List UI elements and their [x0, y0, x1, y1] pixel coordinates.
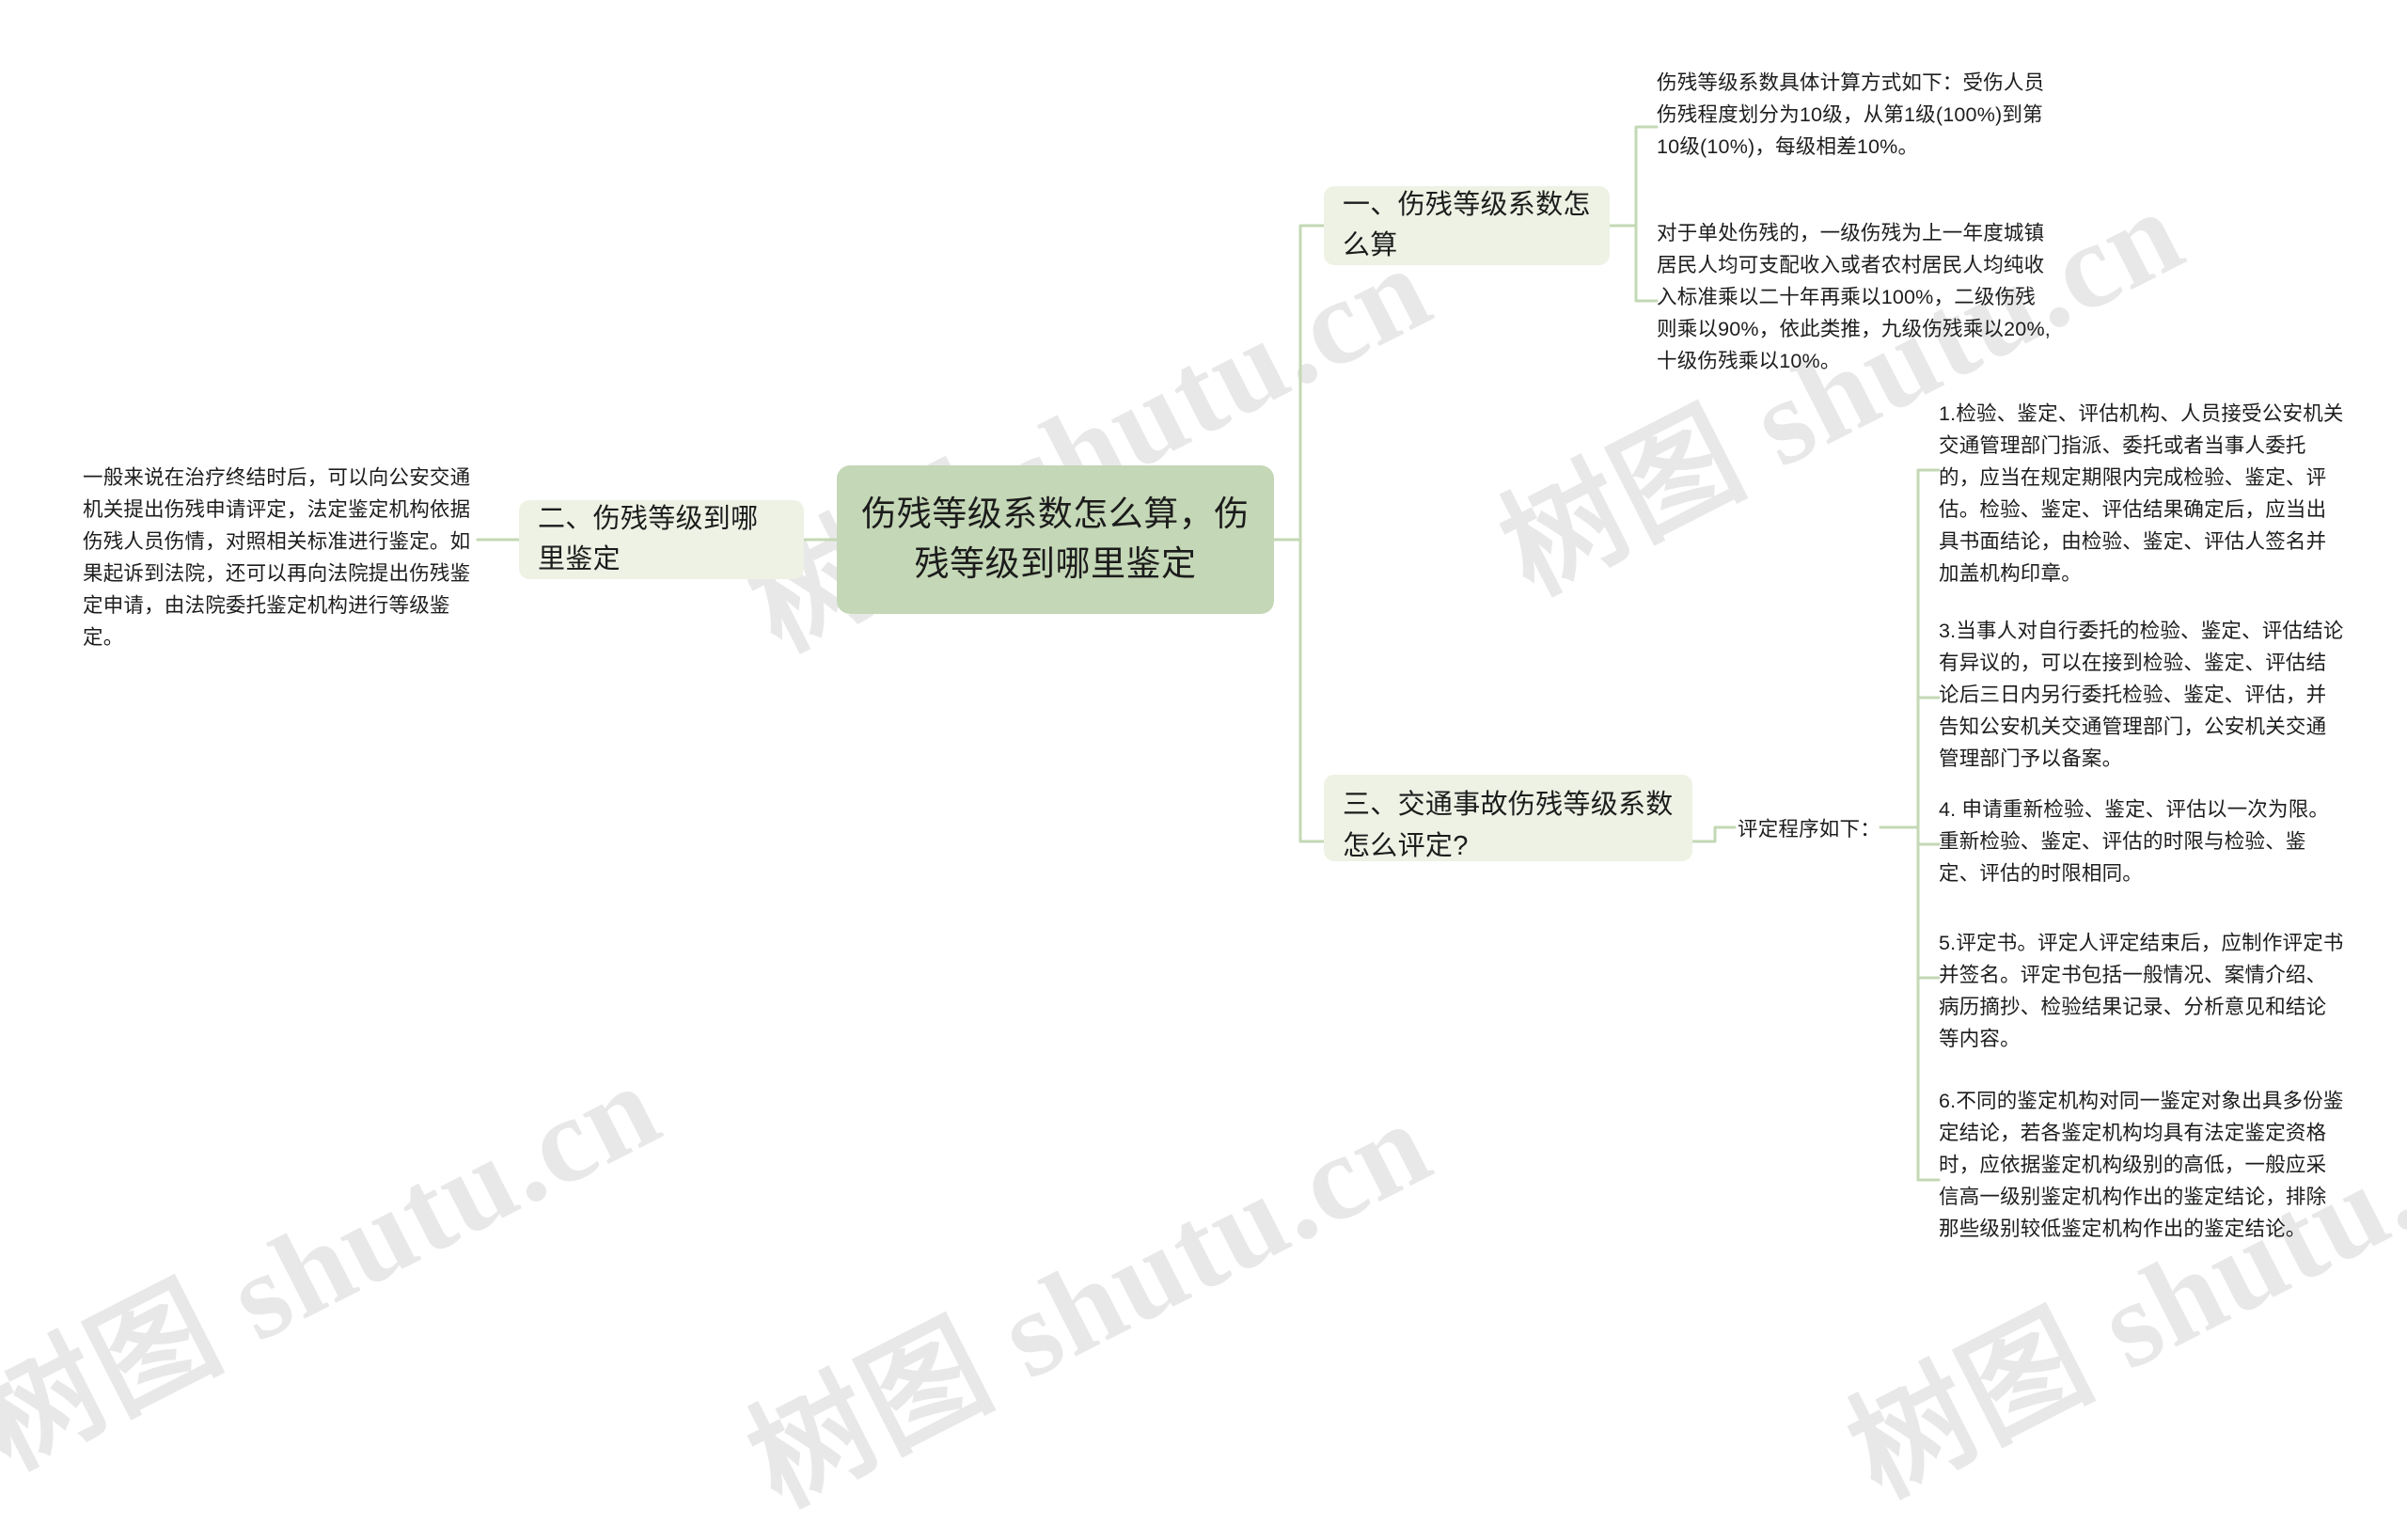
leaf-node-b1-1[interactable]: 伤残等级系数具体计算方式如下：受伤人员伤残程度划分为10级，从第1级(100%)…	[1657, 68, 2052, 164]
leaf-node-b3-4-text: 5.评定书。评定人评定结束后，应制作评定书并签名。评定书包括一般情况、案情介绍、…	[1939, 932, 2344, 1050]
leaf-node-b3-2-text: 3.当事人对自行委托的检验、鉴定、评估结论有异议的，可以在接到检验、鉴定、评估结…	[1939, 620, 2344, 770]
watermark-text: 树图 shutu.cn	[0, 1037, 681, 1495]
branch-node-2[interactable]: 二、伤残等级到哪里鉴定	[519, 500, 804, 579]
connector-branch1-to-leaf1	[1608, 125, 1659, 228]
leaf-node-b3-1[interactable]: 1.检验、鉴定、评估机构、人员接受公安机关交通管理部门指派、委托或者当事人委托的…	[1939, 399, 2345, 590]
leaf-node-b2-1-text: 一般来说在治疗终结时后，可以向公安交通机关提出伤残申请评定，法定鉴定机构依据伤残…	[83, 466, 471, 649]
connector-root-to-branch1	[1272, 224, 1326, 542]
leaf-node-b3-3[interactable]: 4. 申请重新检验、鉴定、评估以一次为限。重新检验、鉴定、评估的时限与检验、鉴定…	[1939, 794, 2345, 890]
connector-branch3-to-mid	[1691, 825, 1737, 843]
leaf-node-b1-2[interactable]: 对于单处伤残的，一级伤残为上一年度城镇居民人均可支配收入或者农村居民人均纯收入标…	[1657, 218, 2052, 378]
intermediate-node-b3[interactable]: 评定程序如下：	[1738, 814, 1880, 844]
leaf-node-b1-2-text: 对于单处伤残的，一级伤残为上一年度城镇居民人均可支配收入或者农村居民人均纯收入标…	[1657, 222, 2051, 372]
watermark-text: 树图 shutu.cn	[729, 1075, 1452, 1532]
connector-branch1-to-leaf2	[1608, 224, 1659, 303]
branch-node-3[interactable]: 三、交通事故伤残等级系数怎么评定?	[1324, 775, 1692, 861]
connector-root-to-branch3	[1272, 538, 1326, 843]
branch-node-1-label: 一、伤残等级系数怎么算	[1343, 189, 1591, 261]
leaf-node-b3-4[interactable]: 5.评定书。评定人评定结束后，应制作评定书并签名。评定书包括一般情况、案情介绍、…	[1939, 928, 2345, 1056]
root-node-label: 伤残等级系数怎么算，伤残等级到哪里鉴定	[861, 495, 1250, 583]
leaf-node-b3-5[interactable]: 6.不同的鉴定机构对同一鉴定对象出具多份鉴定结论，若各鉴定机构均具有法定鉴定资格…	[1939, 1086, 2345, 1246]
leaf-node-b3-2[interactable]: 3.当事人对自行委托的检验、鉴定、评估结论有异议的，可以在接到检验、鉴定、评估结…	[1939, 616, 2345, 776]
branch-node-1[interactable]: 一、伤残等级系数怎么算	[1324, 186, 1610, 265]
leaf-node-b3-5-text: 6.不同的鉴定机构对同一鉴定对象出具多份鉴定结论，若各鉴定机构均具有法定鉴定资格…	[1939, 1090, 2344, 1240]
branch-node-2-label: 二、伤残等级到哪里鉴定	[538, 503, 759, 575]
leaf-node-b3-1-text: 1.检验、鉴定、评估机构、人员接受公安机关交通管理部门指派、委托或者当事人委托的…	[1939, 402, 2344, 585]
root-node[interactable]: 伤残等级系数怎么算，伤残等级到哪里鉴定	[837, 465, 1274, 614]
leaf-node-b1-1-text: 伤残等级系数具体计算方式如下：受伤人员伤残程度划分为10级，从第1级(100%)…	[1657, 71, 2045, 158]
branch-node-3-label: 三、交通事故伤残等级系数怎么评定?	[1343, 790, 1674, 861]
leaf-node-b2-1[interactable]: 一般来说在治疗终结时后，可以向公安交通机关提出伤残申请评定，法定鉴定机构依据伤残…	[83, 463, 478, 654]
leaf-node-b3-3-text: 4. 申请重新检验、鉴定、评估以一次为限。重新检验、鉴定、评估的时限与检验、鉴定…	[1939, 798, 2330, 885]
intermediate-node-b3-label: 评定程序如下：	[1738, 818, 1880, 841]
